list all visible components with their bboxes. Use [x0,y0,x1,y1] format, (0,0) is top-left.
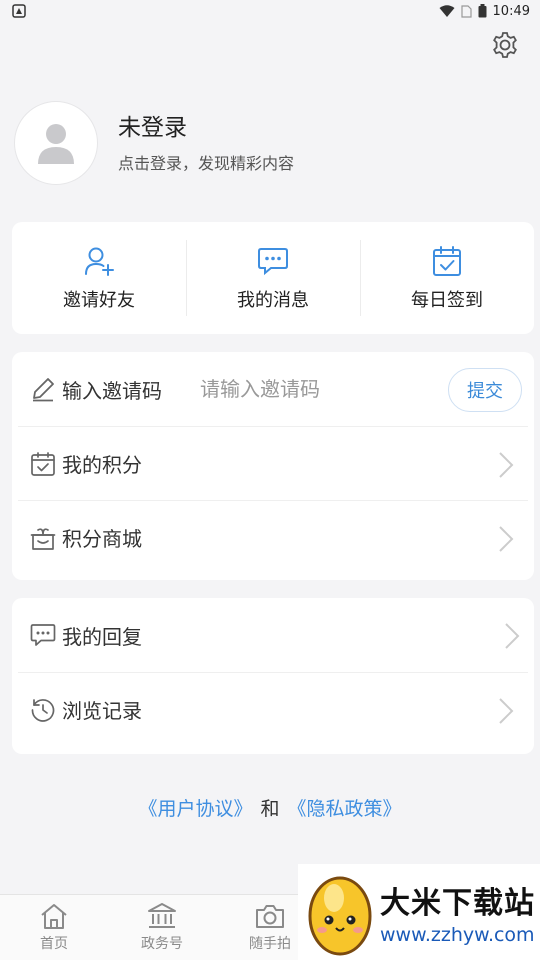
agreement-and: 和 [260,798,280,820]
invite-friends-label: 邀请好友 [63,290,135,311]
privacy-policy-link[interactable]: 《隐私政策》 [288,798,402,820]
user-agreement-link[interactable]: 《用户协议》 [138,798,252,820]
status-right: 10:49 [439,4,530,19]
wifi-icon [439,4,455,17]
watermark-mascot-logo [308,876,372,956]
agreement-links: 《用户协议》和《隐私政策》 [0,794,540,821]
menu-card-activity: 我的回复 浏览记录 [12,598,534,754]
home-icon [41,904,67,929]
my-messages-label: 我的消息 [237,290,309,311]
gear-icon [493,32,517,58]
gift-box-icon [30,527,56,550]
chevron-right-icon [499,698,514,724]
reply-chat-icon [30,624,56,646]
menu-card-points: 输入邀请码 提交 我的积分 [12,352,534,580]
chevron-right-icon [499,526,514,552]
avatar[interactable] [14,101,98,185]
tab-home[interactable]: 首页 [0,895,108,960]
menu-item-my-replies[interactable]: 我的回复 [12,598,534,672]
watermark-title: 大米下载站 [380,886,535,921]
submit-button[interactable]: 提交 [448,368,522,412]
menu-item-label: 浏览记录 [62,699,142,723]
menu-item-points-mall[interactable]: 积分商城 [18,500,528,574]
notification-icon [12,4,26,18]
calendar-check-icon [433,246,461,276]
tab-label: 首页 [40,936,68,952]
profile-header[interactable]: 未登录 点击登录，发现精彩内容 [14,100,294,186]
battery-icon [478,4,487,18]
my-messages-button[interactable]: 我的消息 [186,222,360,334]
chevron-right-icon [505,623,520,649]
chevron-right-icon [499,452,514,478]
status-bar: 10:49 [0,0,540,22]
profile-name: 未登录 [118,115,187,141]
points-calendar-icon [31,451,55,476]
government-building-icon [148,903,176,928]
daily-checkin-button[interactable]: 每日签到 [360,222,534,334]
message-icon [258,248,288,276]
invite-code-label: 输入邀请码 [62,378,162,403]
menu-item-my-points[interactable]: 我的积分 [18,426,528,500]
status-time: 10:49 [492,3,530,19]
profile-subtitle: 点击登录，发现精彩内容 [118,154,295,173]
invite-code-input[interactable] [200,377,420,401]
add-user-icon [85,247,114,276]
tab-label: 随手拍 [249,936,291,952]
sim-icon [460,4,472,18]
menu-item-label: 我的回复 [62,624,142,649]
tab-label: 政务号 [141,936,183,952]
menu-item-browse-history[interactable]: 浏览记录 [18,672,528,746]
settings-button[interactable] [490,30,520,60]
user-placeholder-icon [38,124,74,164]
watermark-url: www.zzhyw.com [380,924,535,946]
history-clock-icon [31,698,55,722]
camera-icon [256,905,284,928]
invite-friends-button[interactable]: 邀请好友 [12,222,186,334]
profile-text: 未登录 点击登录，发现精彩内容 [118,112,294,174]
daily-checkin-label: 每日签到 [411,290,483,311]
watermark-text: 大米下载站 www.zzhyw.com [380,878,535,946]
watermark: 大米下载站 www.zzhyw.com [298,864,540,960]
tab-government[interactable]: 政务号 [108,895,216,960]
status-left [12,4,26,18]
pencil-icon [33,378,54,402]
menu-item-label: 积分商城 [62,527,142,551]
menu-item-label: 我的积分 [62,453,142,477]
quick-actions-card: 邀请好友 我的消息 每日签到 [12,222,534,334]
invite-code-row: 输入邀请码 提交 [12,352,534,426]
